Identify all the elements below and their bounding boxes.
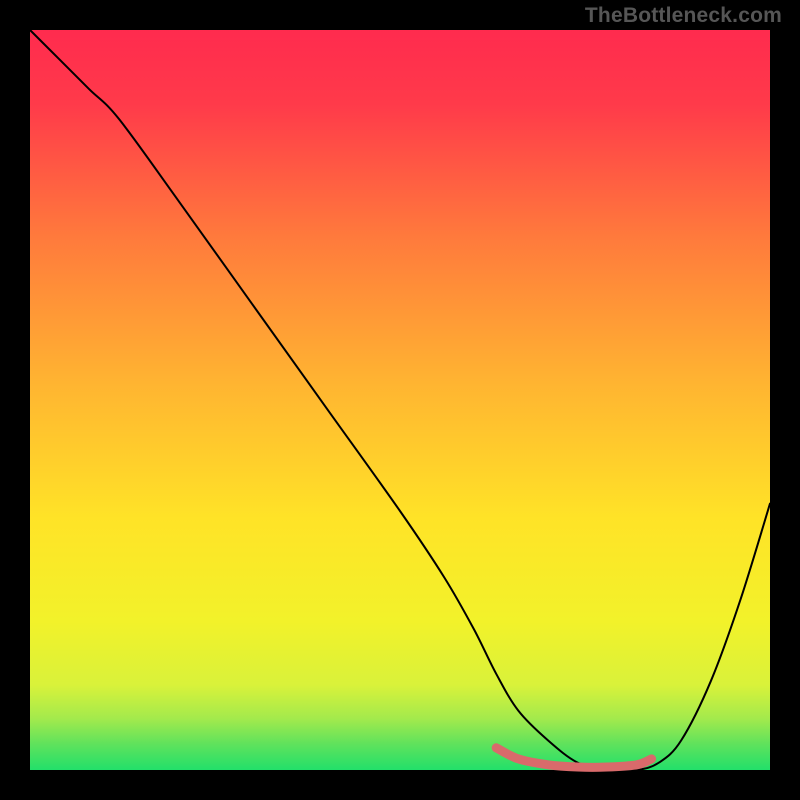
bottleneck-chart (0, 0, 800, 800)
watermark-text: TheBottleneck.com (585, 4, 782, 28)
chart-frame: TheBottleneck.com (0, 0, 800, 800)
